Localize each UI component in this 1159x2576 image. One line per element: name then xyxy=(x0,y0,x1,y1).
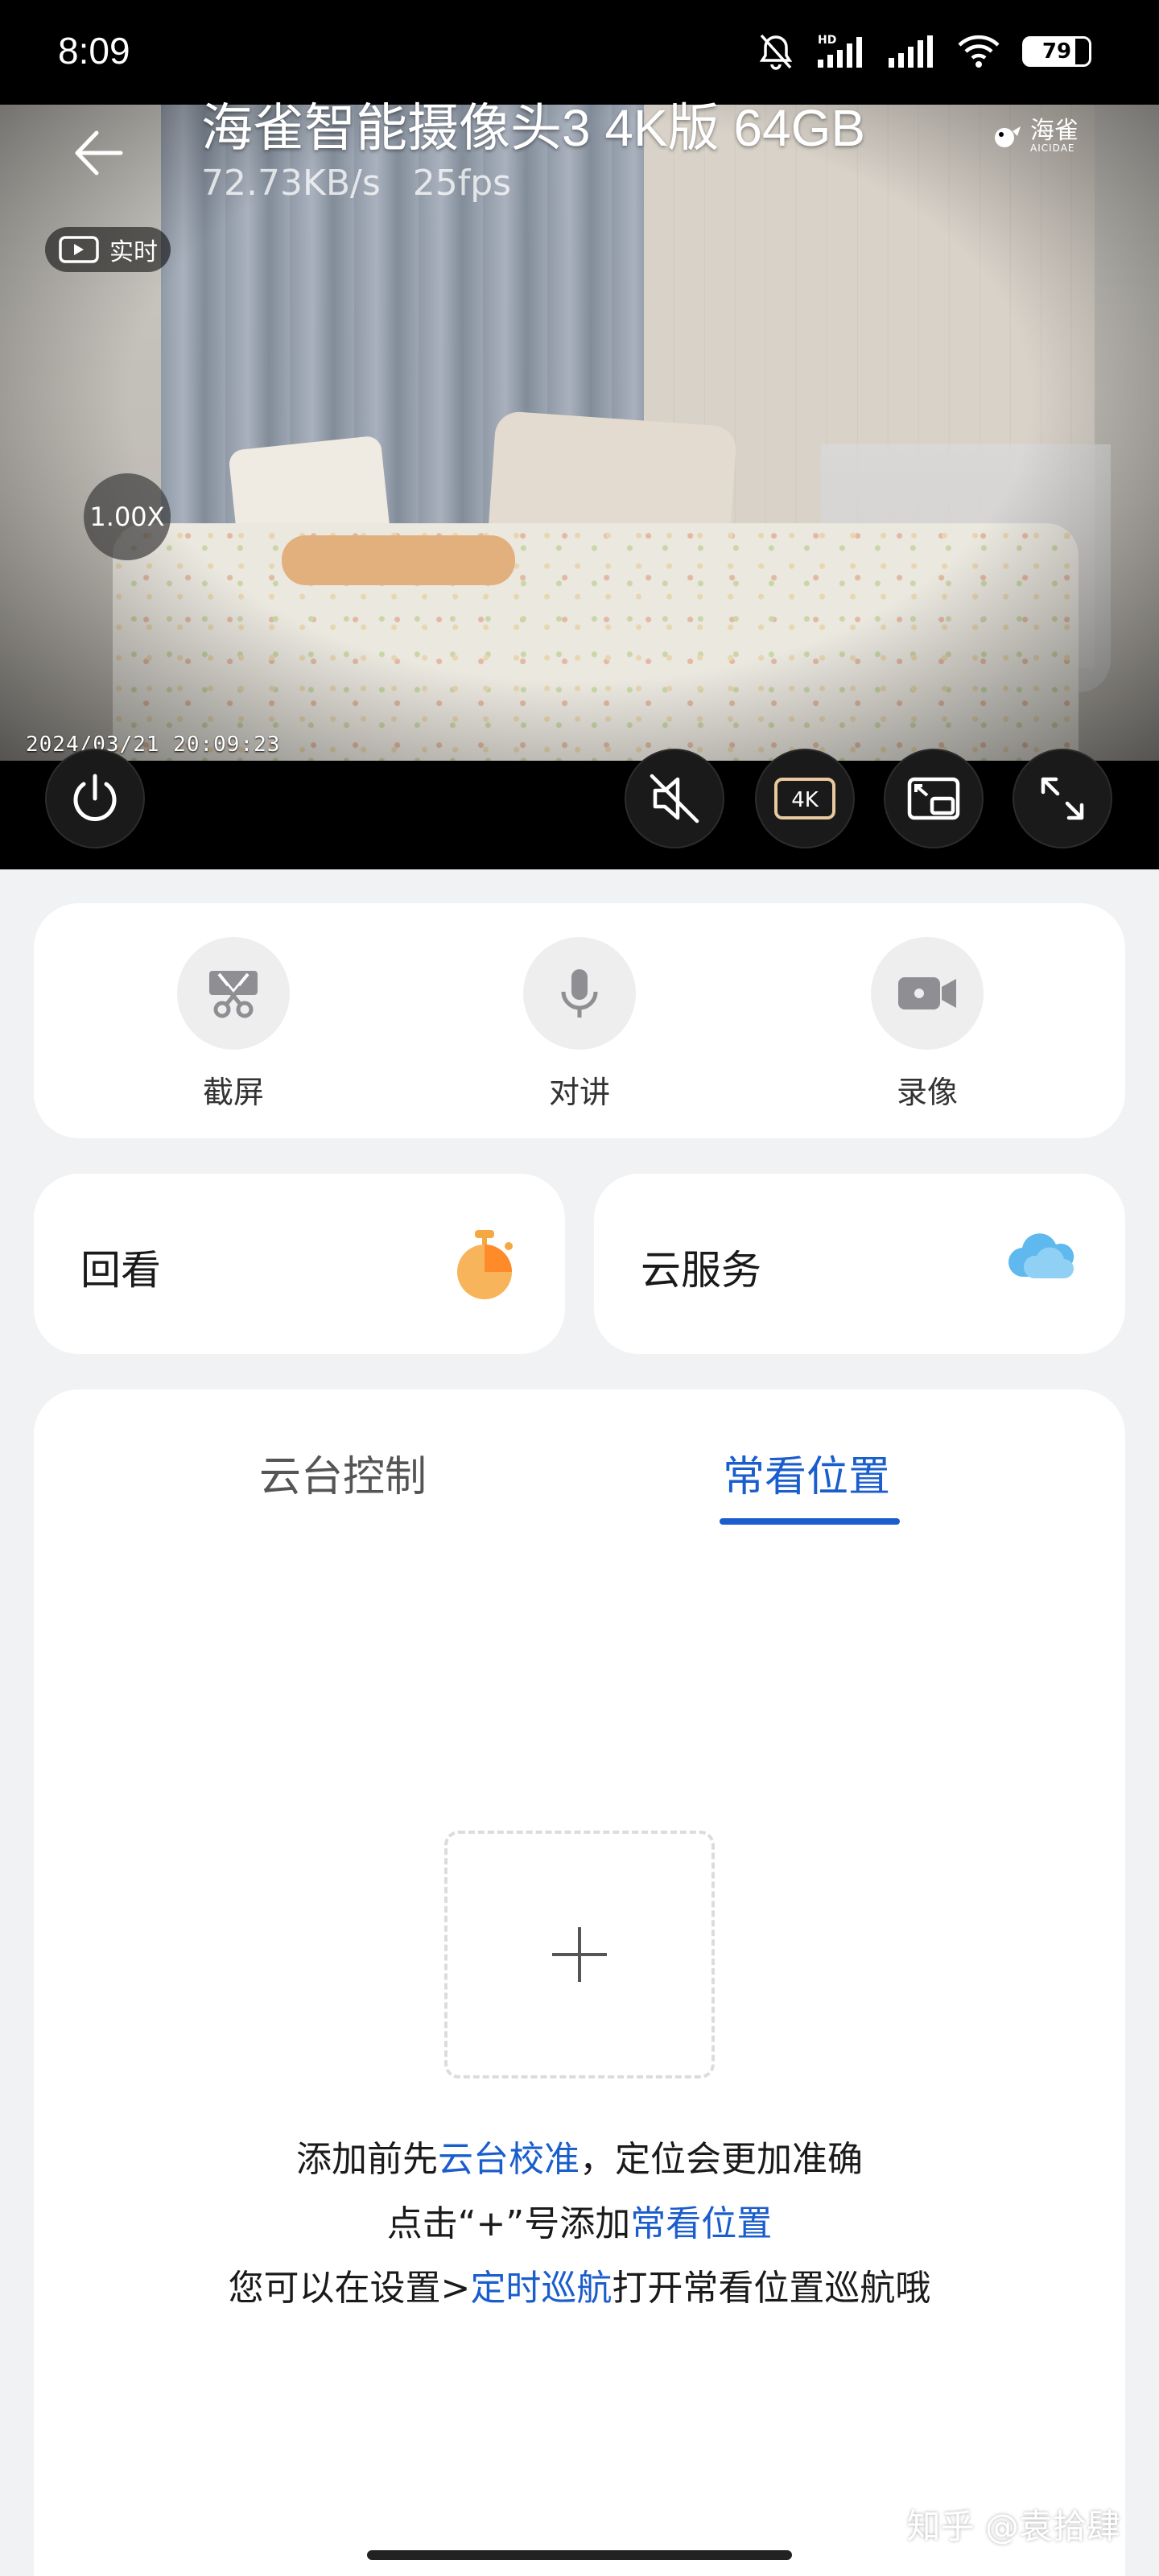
video-timestamp: 2024/03/21 20:09:23 xyxy=(26,733,281,757)
mute-button[interactable] xyxy=(625,749,724,848)
power-icon xyxy=(73,774,117,821)
playback-icon-wrap xyxy=(451,1228,518,1304)
talk-action[interactable]: 对讲 xyxy=(499,937,660,1112)
speaker-muted-icon xyxy=(650,774,699,824)
cloud-service-card[interactable]: 云服务 xyxy=(594,1174,1125,1354)
live-label: 实时 xyxy=(109,238,158,266)
signal-icon xyxy=(889,35,933,68)
power-button[interactable] xyxy=(45,749,145,848)
back-button[interactable] xyxy=(64,117,137,189)
quality-4k-icon: 4K xyxy=(774,778,835,819)
fps-text: 25fps xyxy=(412,163,512,204)
bitrate-text: 72.73KB/s xyxy=(201,163,381,204)
microphone-icon xyxy=(561,969,598,1018)
status-icons: HD 79 xyxy=(758,32,1091,71)
tab-ptz-control[interactable]: 云台控制 xyxy=(259,1443,427,1503)
fullscreen-button[interactable] xyxy=(1013,749,1112,848)
brand-subname: AICIDAE xyxy=(1030,142,1075,154)
live-badge: 实时 xyxy=(45,227,171,272)
watermark: 知乎 @袁拾肆 xyxy=(906,2507,1120,2546)
playback-card[interactable]: 回看 xyxy=(34,1174,565,1354)
tab-preset-positions[interactable]: 常看位置 xyxy=(723,1443,890,1503)
scheduled-cruise-link[interactable]: 定时巡航 xyxy=(470,2268,612,2309)
cloud-service-label: 云服务 xyxy=(641,1247,761,1294)
hint-text: 点击“+”号添加 xyxy=(386,2203,631,2244)
picture-in-picture-icon xyxy=(907,777,960,820)
ptz-panel: 云台控制 常看位置 添加前先云台校准，定位会更加准确 点击“+”号添加常看位置 … xyxy=(34,1389,1125,2576)
brand-name: 海雀 xyxy=(1030,117,1079,145)
hint-text: 添加前先 xyxy=(296,2139,438,2180)
record-button[interactable] xyxy=(871,937,984,1050)
brand-logo: 海雀 AICIDAE xyxy=(992,119,1079,153)
hint-text: ，定位会更加准确 xyxy=(580,2139,863,2180)
playback-label: 回看 xyxy=(80,1247,161,1294)
screenshot-button[interactable] xyxy=(177,937,290,1050)
battery-indicator: 79 xyxy=(1022,36,1091,67)
screenshot-action[interactable]: 截屏 xyxy=(153,937,314,1112)
camera-view[interactable]: 8:09 HD 79 海雀智能摄像头3 4K版 64GB 72.73KB/s 25… xyxy=(0,0,1159,869)
live-video-icon xyxy=(59,236,99,263)
camera-title: 海雀智能摄像头3 4K版 64GB xyxy=(201,99,866,157)
quality-label: 4K xyxy=(791,788,819,812)
screenshot-label: 截屏 xyxy=(202,1075,264,1110)
cloud-icon xyxy=(1008,1233,1074,1278)
stopwatch-icon xyxy=(457,1230,513,1299)
record-label: 录像 xyxy=(896,1075,958,1110)
cloud-icon-wrap xyxy=(1006,1228,1079,1288)
signal-hd-icon: HD xyxy=(818,34,862,68)
camera-stats: 72.73KB/s 25fps xyxy=(201,163,543,204)
wifi-icon xyxy=(958,35,1000,68)
hint-line-1: 添加前先云台校准，定位会更加准确 xyxy=(34,2130,1125,2182)
bird-logo-icon xyxy=(995,126,1021,147)
ptz-calibrate-link[interactable]: 云台校准 xyxy=(438,2139,580,2180)
back-arrow-icon xyxy=(75,130,123,175)
talk-label: 对讲 xyxy=(548,1075,610,1110)
status-time: 8:09 xyxy=(58,30,130,72)
pip-button[interactable] xyxy=(884,749,984,848)
hint-text: 打开常看位置巡航哦 xyxy=(612,2268,931,2309)
hint-line-3: 您可以在设置>定时巡航打开常看位置巡航哦 xyxy=(34,2259,1125,2310)
action-card: 截屏 对讲 录像 xyxy=(34,903,1125,1138)
active-tab-indicator xyxy=(720,1518,900,1525)
talk-button[interactable] xyxy=(523,937,636,1050)
preset-position-link[interactable]: 常看位置 xyxy=(630,2203,772,2244)
fullscreen-icon xyxy=(1041,777,1084,820)
mute-bell-icon xyxy=(759,34,793,70)
add-preset-button[interactable] xyxy=(444,1831,715,2079)
quality-button[interactable]: 4K xyxy=(755,749,855,848)
hint-line-2: 点击“+”号添加常看位置 xyxy=(34,2194,1125,2246)
scissors-icon xyxy=(209,971,258,1018)
record-action[interactable]: 录像 xyxy=(847,937,1008,1112)
camera-header: 海雀智能摄像头3 4K版 64GB 72.73KB/s 25fps 海雀 AICI… xyxy=(0,80,1159,217)
zoom-indicator[interactable]: 1.00X xyxy=(84,473,171,560)
home-indicator[interactable] xyxy=(367,2550,792,2560)
hint-text: 您可以在设置> xyxy=(228,2268,471,2309)
plus-icon xyxy=(552,1927,607,1982)
video-camera-icon xyxy=(898,977,956,1009)
network-tag: HD xyxy=(818,34,836,47)
